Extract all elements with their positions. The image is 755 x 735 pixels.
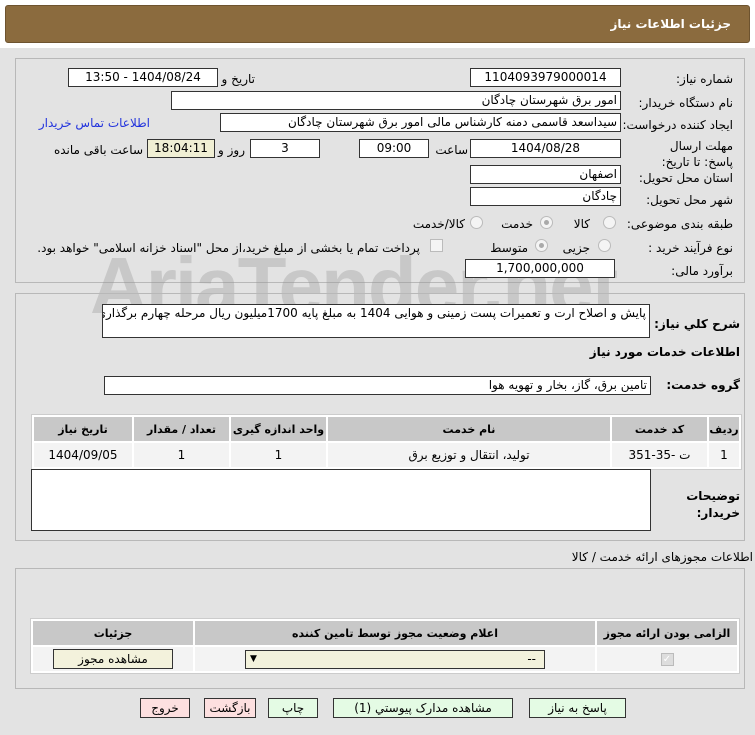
status-select-value: -- [527, 651, 536, 666]
radio-minor-label: جزیی [562, 241, 590, 255]
col-row: ردیف [709, 417, 739, 441]
chevron-down-icon: ▼ [250, 653, 257, 664]
deadline-label: مهلت ارسال پاسخ: تا تاریخ: [661, 139, 733, 169]
radio-goods-service[interactable] [470, 216, 483, 229]
col-name: نام خدمت [328, 417, 610, 441]
radio-goods[interactable] [603, 216, 616, 229]
print-button[interactable]: چاپ [268, 698, 318, 718]
attachments-button[interactable]: مشاهده مدارک پیوستي (1) [333, 698, 513, 718]
process-label: نوع فرآیند خرید : [648, 241, 733, 255]
time-label: ساعت [435, 143, 468, 157]
deadline-date-field[interactable]: 1404/08/28 [470, 139, 621, 158]
radio-minor[interactable] [598, 239, 611, 252]
status-select[interactable]: -- ▼ [245, 649, 545, 669]
cell-row: 1 [709, 443, 739, 467]
description-field[interactable]: پایش و اصلاح ارت و تعمیرات پست زمینی و ه… [102, 304, 650, 338]
radio-medium[interactable] [535, 239, 548, 252]
buyer-org-field[interactable]: امور برق شهرستان چادگان [171, 91, 621, 110]
need-number-label: شماره نیاز: [676, 72, 733, 86]
checkmark-icon: ✓ [662, 653, 672, 665]
description-label: شرح کلي نیاز: [654, 317, 740, 331]
deadline-time-field[interactable]: 09:00 [359, 139, 429, 158]
creator-field[interactable]: سیداسعد قاسمی دمنه کارشناس مالی امور برق… [220, 113, 621, 132]
remaining-time: 18:04:11 [147, 139, 215, 158]
required-checkbox: ✓ [660, 652, 674, 666]
services-title: اطلاعات خدمات مورد نیاز [589, 345, 740, 359]
need-number-field[interactable]: 1104093979000014 [470, 68, 621, 87]
buyer-org-label: نام دستگاه خریدار: [638, 96, 734, 110]
remaining-label: ساعت باقی مانده [53, 143, 143, 157]
buyer-notes-label: توضیحات خریدار: [686, 489, 740, 520]
contact-buyer-link[interactable]: اطلاعات تماس خریدار [39, 116, 150, 130]
cell-date: 1404/09/05 [34, 443, 132, 467]
creator-label: ایجاد کننده درخواست: [622, 118, 733, 132]
radio-medium-label: متوسط [490, 241, 528, 255]
permits-table: الزامی بودن ارائه مجوز اعلام وضعیت مجوز ت… [30, 618, 740, 674]
buyer-notes-field[interactable] [31, 469, 651, 531]
cell-qty: 1 [134, 443, 229, 467]
days-field[interactable]: 3 [250, 139, 320, 158]
budget-field[interactable]: 1,700,000,000 [465, 259, 615, 278]
page-header: جزئیات اطلاعات نیاز [5, 5, 750, 43]
view-permit-button[interactable]: مشاهده مجوز [53, 649, 173, 669]
service-group-label: گروه خدمت: [666, 378, 740, 392]
permits-title: اطلاعات مجوزهای ارائه خدمت / کالا [571, 550, 753, 564]
payment-note: پرداخت تمام یا بخشی از مبلغ خرید،از محل … [37, 241, 420, 255]
details-cell: مشاهده مجوز [33, 647, 193, 671]
radio-goods-service-label: کالا/خدمت [412, 217, 465, 231]
radio-service-label: خدمت [501, 217, 533, 231]
required-cell: ✓ [597, 647, 737, 671]
col-details: جزئیات [33, 621, 193, 645]
services-table: ردیف کد خدمت نام خدمت واحد اندازه گیری تعداد… [31, 414, 742, 470]
cell-name: تولید، انتقال و توزیع برق [328, 443, 610, 467]
page-title: جزئیات اطلاعات نیاز [610, 17, 731, 31]
reply-button[interactable]: پاسخ به نیاز [529, 698, 626, 718]
announce-field[interactable]: 1404/08/24 - 13:50 [68, 68, 218, 87]
back-button[interactable]: بازگشت [204, 698, 256, 718]
table-row: ✓ -- ▼ مشاهده مجوز [33, 647, 737, 671]
col-unit: واحد اندازه گیری [231, 417, 326, 441]
city-label: شهر محل تحویل: [646, 193, 733, 207]
budget-label: برآورد مالی: [671, 264, 733, 278]
days-label: روز و [218, 143, 245, 157]
exit-button[interactable]: خروج [140, 698, 190, 718]
col-date: تاریخ نیاز [34, 417, 132, 441]
cell-unit: 1 [231, 443, 326, 467]
status-cell: -- ▼ [195, 647, 595, 671]
radio-goods-label: کالا [573, 217, 590, 231]
cell-code: ت -35-351 [612, 443, 707, 467]
province-field[interactable]: اصفهان [470, 165, 621, 184]
city-field[interactable]: چادگان [470, 187, 621, 206]
province-label: استان محل تحویل: [638, 171, 733, 185]
table-row: 1ت -35-351 تولید، انتقال و توزیع برق 1 1 140… [34, 443, 739, 467]
col-required: الزامی بودن ارائه مجوز [597, 621, 737, 645]
radio-service[interactable] [540, 216, 553, 229]
col-qty: تعداد / مقدار [134, 417, 229, 441]
col-status: اعلام وضعیت مجوز توسط تامین کننده [195, 621, 595, 645]
category-label: طبقه بندی موضوعی: [626, 217, 733, 231]
col-code: کد خدمت [612, 417, 707, 441]
treasury-checkbox[interactable] [430, 239, 443, 252]
service-group-field[interactable]: تامین برق، گاز، بخار و تهویه هوا [104, 376, 651, 395]
